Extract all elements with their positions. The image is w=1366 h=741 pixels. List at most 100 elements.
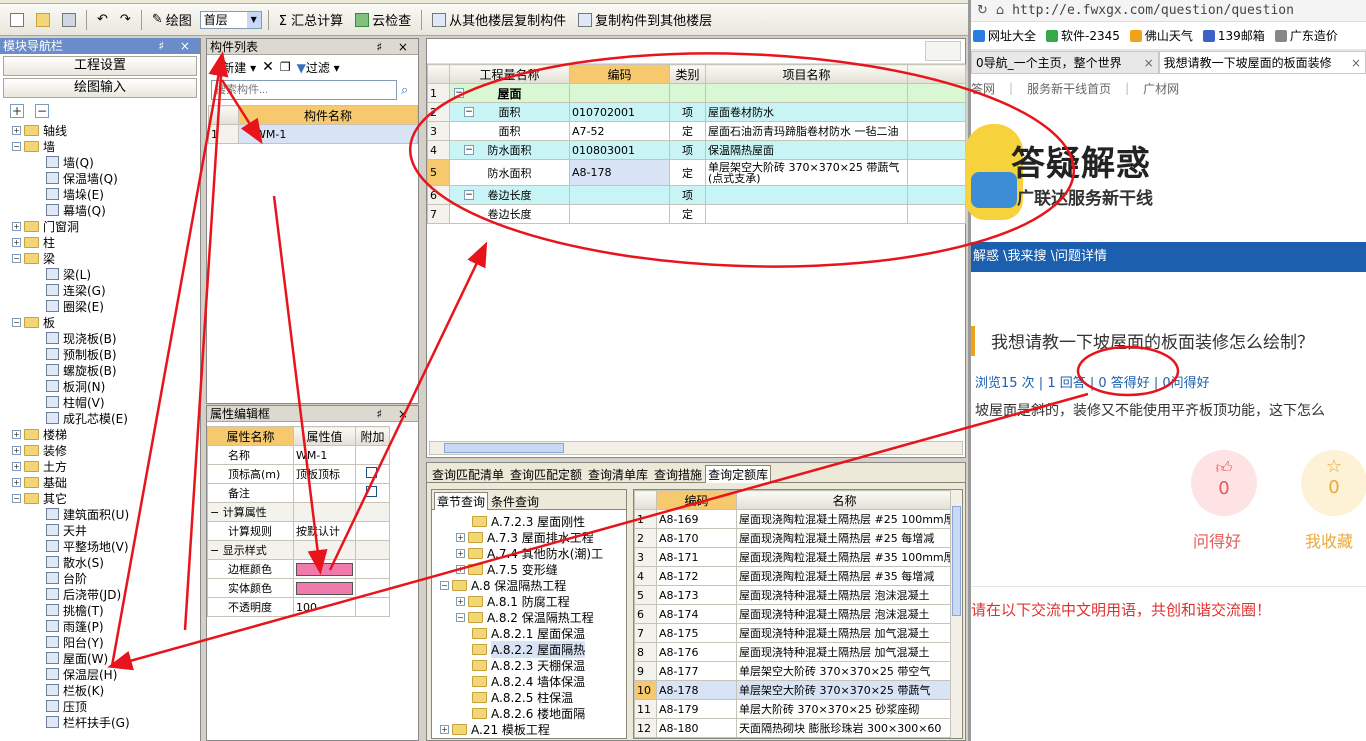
nav-tree-item[interactable]: + 柱 (12, 234, 200, 250)
quota-row[interactable]: 3 A8-171 屋面现浇陶粒混凝土隔热层 #35 100mm厚 (634, 547, 953, 567)
quota-header[interactable]: 编码 (656, 490, 737, 510)
quantity-header[interactable]: 工程量名称 (449, 64, 570, 84)
chapter-tree-item[interactable]: + A.21 模板工程 (432, 721, 626, 736)
collapse-icon[interactable]: − (464, 145, 474, 155)
quantity-row[interactable]: 4− 防水面积 010803001 项保温隔热屋面 (427, 140, 966, 160)
chapter-tree-item[interactable]: A.8.2.4 墙体保温 (432, 673, 626, 689)
nav-tree-item[interactable]: 平整场地(V) (12, 538, 200, 554)
nav-tree-item[interactable]: 压顶 (12, 698, 200, 714)
site-link[interactable]: 答网 (971, 80, 995, 97)
bookmark-link[interactable]: 软件-2345 (1046, 27, 1120, 44)
bookmark-link[interactable]: 广东造价 (1274, 27, 1338, 44)
nav-tree-item[interactable]: + 轴线 (12, 122, 200, 138)
nav-tree-item[interactable]: 圈梁(E) (12, 298, 200, 314)
checkbox[interactable] (366, 486, 377, 497)
close-tab-icon[interactable]: × (1347, 56, 1361, 70)
quantity-header[interactable]: 项目名称 (705, 64, 908, 84)
site-link[interactable]: 服务新干线首页 (1027, 80, 1111, 97)
property-value[interactable] (293, 578, 356, 598)
search-icon[interactable]: ⌕ (401, 83, 408, 98)
collapse-icon[interactable]: − (12, 317, 21, 327)
nav-tree-item[interactable]: 柱帽(V) (12, 394, 200, 410)
quota-row[interactable]: 6 A8-174 屋面现浇特种混凝土隔热层 泡沫混凝土 (634, 604, 953, 624)
chapter-tree-item[interactable]: A.8.2.1 屋面保温 (432, 625, 626, 641)
chapter-tree-item[interactable]: A.8.2.6 楼地面隔 (432, 705, 626, 721)
property-value[interactable]: 顶板顶标 (293, 464, 356, 484)
query-tab[interactable]: 查询定额库 (705, 465, 772, 483)
close-tab-icon[interactable]: × (1140, 56, 1154, 70)
nav-tree-item[interactable]: 螺旋板(B) (12, 362, 200, 378)
expand-all-icon[interactable]: + (10, 104, 24, 118)
nav-tree-item[interactable]: + 门窗洞 (12, 218, 200, 234)
nav-tree-item[interactable]: + 楼梯 (12, 426, 200, 442)
collapse-icon[interactable]: − (454, 88, 464, 98)
property-row[interactable]: 备注 (207, 483, 390, 503)
home-icon[interactable]: ⌂ (996, 3, 1004, 18)
quota-row[interactable]: 2 A8-170 屋面现浇陶粒混凝土隔热层 #25 每增减 (634, 528, 953, 548)
collapse-icon[interactable]: − (12, 141, 21, 151)
property-value[interactable] (293, 483, 356, 503)
nav-tree-item[interactable]: 栏板(K) (12, 682, 200, 698)
nav-tree-item[interactable]: 挑檐(T) (12, 602, 200, 618)
expand-icon[interactable]: + (12, 221, 21, 231)
expand-icon[interactable]: − (456, 612, 465, 622)
quantity-row[interactable]: 1− 屋面 (427, 83, 966, 103)
expand-icon[interactable]: + (456, 596, 465, 606)
property-value[interactable]: 100 (293, 597, 356, 617)
nav-tree-item[interactable]: 台阶 (12, 570, 200, 586)
question-stats[interactable]: 浏览15 次 | 1 回答 | 0 答得好 | 0问得好 (971, 362, 1366, 400)
quantity-row[interactable]: 5 防水面积 A8-178 定单层架空大阶砖 370×370×25 带蔬气(点式支承) (427, 159, 966, 186)
chapter-tree-item[interactable]: A.8.2.3 天棚保温 (432, 657, 626, 673)
component-search-input[interactable] (211, 80, 397, 100)
property-value[interactable]: 按默认计 (293, 521, 356, 541)
quota-row[interactable]: 5 A8-173 屋面现浇特种混凝土隔热层 泡沫混凝土 (634, 585, 953, 605)
panel-pin-close-icons[interactable]: ♯ × (376, 406, 418, 421)
nav-tree-item[interactable]: − 板 (12, 314, 200, 330)
query-tab[interactable]: 查询匹配定额 (507, 465, 585, 483)
bookmark-link[interactable]: 网址大全 (973, 27, 1036, 44)
collapse-icon[interactable]: − (12, 253, 21, 263)
query-tab[interactable]: 查询措施 (651, 465, 705, 483)
expand-icon[interactable]: + (12, 237, 21, 247)
quantity-header[interactable]: 编码 (569, 64, 670, 84)
color-swatch[interactable] (296, 581, 353, 595)
collapse-icon[interactable]: − (464, 107, 474, 117)
save-icon[interactable] (58, 9, 80, 31)
nav-tree-item[interactable]: 栏杆扶手(G) (12, 714, 200, 730)
nav-tree-item[interactable]: 连梁(G) (12, 282, 200, 298)
quota-row[interactable]: 9 A8-177 单层架空大阶砖 370×370×25 带空气 (634, 661, 953, 681)
floor-select[interactable]: 首层 ▼ (199, 10, 262, 29)
nav-button[interactable]: 工程设置 (3, 56, 197, 76)
property-row[interactable]: 边框颜色 (207, 559, 390, 579)
nav-tree-item[interactable]: 幕墙(Q) (12, 202, 200, 218)
quantity-row[interactable]: 6− 卷边长度项 (427, 185, 966, 205)
property-row[interactable]: 实体颜色 (207, 578, 390, 598)
quota-row[interactable]: 4 A8-172 屋面现浇陶粒混凝土隔热层 #35 每增减 (634, 566, 953, 586)
property-value[interactable] (293, 540, 356, 560)
quota-row[interactable]: 7 A8-175 屋面现浇特种混凝土隔热层 加气混凝土 (634, 623, 953, 643)
delete-icon[interactable]: ✕ (262, 59, 274, 75)
quantity-row[interactable]: 3 面积 A7-52 定屋面石油沥青玛蹄脂卷材防水 一毡二油 (427, 121, 966, 141)
bookmark-link[interactable]: 139邮箱 (1202, 27, 1265, 44)
nav-tree-item[interactable]: 建筑面积(U) (12, 506, 200, 522)
property-value[interactable]: WM-1 (293, 445, 356, 465)
quota-header[interactable]: 名称 (736, 490, 953, 510)
panel-pin-close-icons[interactable]: ♯ × (158, 38, 200, 54)
sum-calc-button[interactable]: Σ 汇总计算 (275, 9, 347, 31)
new-component-button[interactable]: ▞新建 ▾ (213, 59, 256, 76)
expand-icon[interactable]: − (440, 580, 449, 590)
nav-tree-item[interactable]: + 土方 (12, 458, 200, 474)
quantity-header[interactable]: 类别 (669, 64, 706, 84)
quota-row[interactable]: 10 A8-178 单层架空大阶砖 370×370×25 带蔬气 (634, 680, 953, 700)
nav-tree-item[interactable]: 保温层(H) (12, 666, 200, 682)
chapter-tree-item[interactable]: − A.8.2 保温隔热工程 (432, 609, 626, 625)
nav-tree-item[interactable]: 板洞(N) (12, 378, 200, 394)
nav-button[interactable]: 绘图输入 (3, 78, 197, 98)
property-row[interactable]: − 计算属性 (207, 502, 390, 522)
scrollbar-thumb[interactable] (444, 443, 564, 453)
component-name-header[interactable]: 构件名称 (238, 105, 418, 125)
collapse-icon[interactable]: − (12, 493, 21, 503)
query-subtab[interactable]: 条件查询 (488, 492, 542, 510)
collapse-icon[interactable]: − (464, 190, 474, 200)
checkbox[interactable] (366, 467, 377, 478)
